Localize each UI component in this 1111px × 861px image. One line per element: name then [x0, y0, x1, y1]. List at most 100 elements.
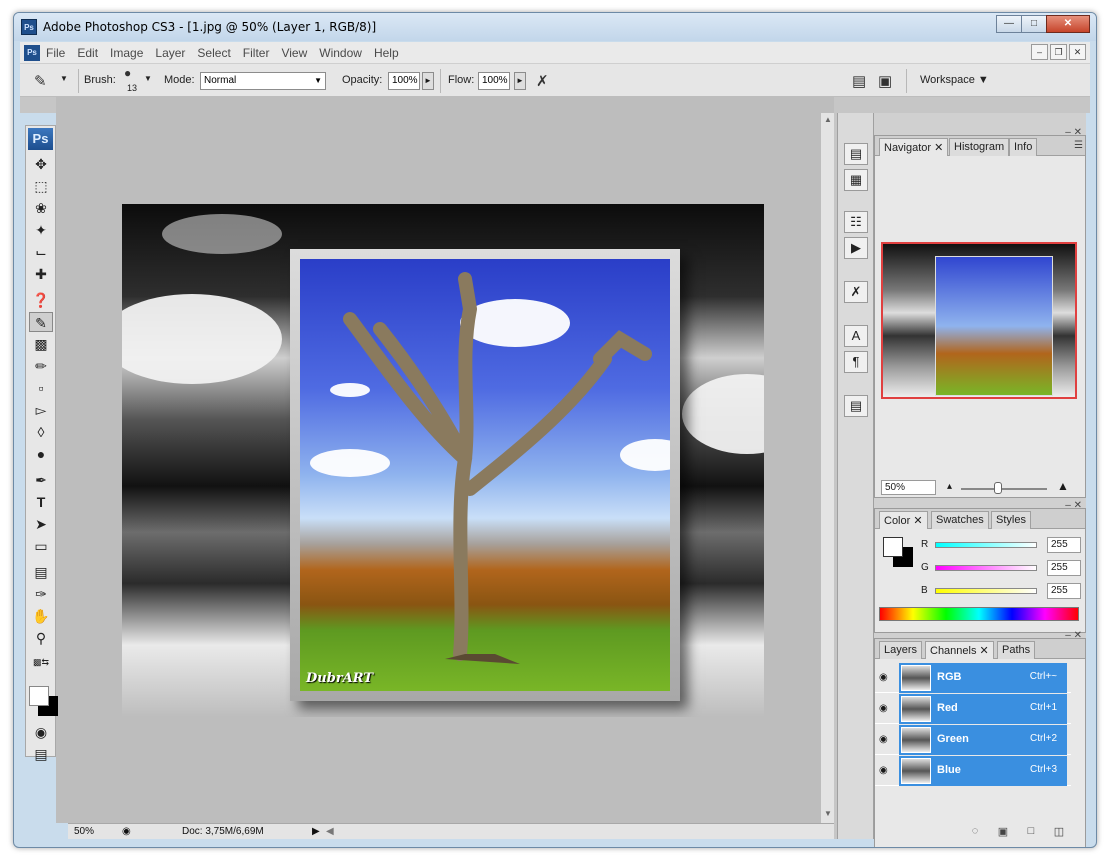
tab-paths[interactable]: Paths: [997, 641, 1036, 659]
healing-brush-tool-icon[interactable]: ❓: [29, 290, 53, 310]
doc-close-button[interactable]: ✕: [1069, 44, 1086, 60]
scroll-left-icon[interactable]: ◀: [326, 826, 334, 837]
tab-layers[interactable]: Layers: [879, 641, 923, 659]
airbrush-icon[interactable]: ✗: [536, 72, 549, 90]
clone-stamp-tool-icon[interactable]: ▩: [29, 334, 53, 354]
zoom-slider-knob[interactable]: [994, 482, 1002, 494]
color-foreground-swatch[interactable]: [883, 537, 903, 557]
history-panel-icon[interactable]: ▤: [844, 143, 868, 165]
maximize-button[interactable]: □: [1021, 15, 1047, 33]
pen-tool-icon[interactable]: ✒: [29, 470, 53, 490]
foreground-color-swatch[interactable]: [29, 686, 49, 706]
marquee-tool-icon[interactable]: ⬚: [29, 176, 53, 196]
channel-row[interactable]: ◉ RGB Ctrl+~: [875, 663, 1071, 693]
brush-tool-icon[interactable]: ✎: [34, 72, 47, 90]
tab-navigator[interactable]: Navigator ✕: [879, 138, 949, 156]
eye-icon[interactable]: ◉: [879, 703, 893, 715]
palette-toggle-icon[interactable]: ▤: [852, 72, 866, 90]
history-brush-tool-icon[interactable]: ✏: [29, 356, 53, 376]
eye-icon[interactable]: ◉: [879, 734, 893, 746]
navigator-zoom-field[interactable]: 50%: [881, 480, 936, 495]
zoom-slider[interactable]: [961, 488, 1047, 490]
red-value-field[interactable]: 255: [1047, 537, 1081, 553]
actions-panel-icon[interactable]: ▶: [844, 237, 868, 259]
path-selection-tool-icon[interactable]: ➤: [29, 514, 53, 534]
slice-tool-icon[interactable]: ✚: [29, 264, 53, 284]
status-menu-arrow-icon[interactable]: ▶: [312, 826, 320, 837]
brush-dropdown[interactable]: ▼: [144, 74, 152, 83]
quick-mask-icon[interactable]: ◉: [29, 722, 53, 742]
channel-row[interactable]: ◉ Green Ctrl+2: [875, 725, 1071, 755]
red-slider[interactable]: [935, 542, 1037, 548]
opacity-field[interactable]: 100%: [388, 72, 420, 90]
zoom-out-icon[interactable]: ▴: [947, 481, 952, 492]
menu-help[interactable]: Help: [374, 46, 399, 60]
close-icon[interactable]: ✕: [980, 645, 989, 657]
info-panel-icon[interactable]: ▤: [844, 395, 868, 417]
paint-bucket-tool-icon[interactable]: ▻: [29, 400, 53, 420]
character-panel-icon[interactable]: A: [844, 325, 868, 347]
vertical-scrollbar[interactable]: ▲ ▼: [820, 113, 834, 823]
brushes-panel-icon[interactable]: ☷: [844, 211, 868, 233]
scroll-up-icon[interactable]: ▲: [824, 115, 832, 124]
menu-view[interactable]: View: [281, 46, 307, 60]
ps-menu-icon[interactable]: Ps: [24, 45, 40, 61]
tab-channels[interactable]: Channels ✕: [925, 641, 994, 659]
close-button[interactable]: ✕: [1046, 15, 1090, 33]
status-info-icon[interactable]: ◉: [122, 826, 131, 837]
menu-window[interactable]: Window: [319, 46, 362, 60]
menu-image[interactable]: Image: [110, 46, 143, 60]
minimize-button[interactable]: —: [996, 15, 1022, 33]
green-value-field[interactable]: 255: [1047, 560, 1081, 576]
tab-info[interactable]: Info: [1009, 138, 1038, 156]
menu-edit[interactable]: Edit: [77, 46, 98, 60]
zoom-tool-icon[interactable]: ⚲: [29, 628, 53, 648]
mode-select[interactable]: Normal ▼: [200, 72, 326, 90]
close-icon[interactable]: ✕: [934, 142, 943, 154]
tab-histogram[interactable]: Histogram: [949, 138, 1010, 156]
menu-filter[interactable]: Filter: [243, 46, 270, 60]
shape-tool-icon[interactable]: ▭: [29, 536, 53, 556]
screen-mode-icon[interactable]: ▤: [29, 744, 53, 764]
menu-select[interactable]: Select: [197, 46, 230, 60]
document-canvas[interactable]: DubrART: [122, 204, 764, 717]
magic-wand-tool-icon[interactable]: ✦: [29, 220, 53, 240]
crop-tool-icon[interactable]: ⌙: [29, 242, 53, 262]
tab-swatches[interactable]: Swatches: [931, 511, 989, 529]
menu-file[interactable]: File: [46, 46, 65, 60]
paragraph-panel-icon[interactable]: ¶: [844, 351, 868, 373]
layer-comps-icon[interactable]: ▦: [844, 169, 868, 191]
tool-presets-icon[interactable]: ✗: [844, 281, 868, 303]
eraser-tool-icon[interactable]: ▫: [29, 378, 53, 398]
opacity-arrow-button[interactable]: ►: [422, 72, 434, 90]
blue-slider[interactable]: [935, 588, 1037, 594]
workspace-menu[interactable]: Workspace ▼: [920, 74, 989, 86]
move-tool-icon[interactable]: ✥: [29, 154, 53, 174]
color-spectrum-bar[interactable]: [879, 607, 1079, 621]
channel-row[interactable]: ◉ Red Ctrl+1: [875, 694, 1071, 724]
type-tool-icon[interactable]: T: [29, 492, 53, 512]
menu-layer[interactable]: Layer: [155, 46, 185, 60]
new-channel-icon[interactable]: □: [1021, 825, 1041, 841]
save-selection-icon[interactable]: ▣: [993, 825, 1013, 841]
tab-color[interactable]: Color ✕: [879, 511, 928, 529]
hand-tool-icon[interactable]: ✋: [29, 606, 53, 626]
eyedropper-tool-icon[interactable]: ✑: [29, 584, 53, 604]
channel-row[interactable]: ◉ Blue Ctrl+3: [875, 756, 1071, 786]
trash-icon[interactable]: ◫: [1049, 825, 1069, 841]
tool-preset-dropdown[interactable]: ▼: [60, 74, 68, 83]
brush-tool-icon[interactable]: ✎: [29, 312, 53, 332]
doc-restore-button[interactable]: ❐: [1050, 44, 1067, 60]
status-zoom[interactable]: 50%: [74, 826, 94, 837]
notes-tool-icon[interactable]: ▤: [29, 562, 53, 582]
load-selection-icon[interactable]: ◌: [965, 825, 985, 841]
scroll-down-icon[interactable]: ▼: [824, 809, 832, 818]
flow-field[interactable]: 100%: [478, 72, 510, 90]
default-colors-icon[interactable]: ▩⇆: [29, 652, 53, 672]
lasso-tool-icon[interactable]: ❀: [29, 198, 53, 218]
panel-menu-icon[interactable]: ☰: [1074, 140, 1083, 151]
zoom-in-icon[interactable]: ▲: [1057, 479, 1069, 493]
doc-minimize-button[interactable]: –: [1031, 44, 1048, 60]
flow-arrow-button[interactable]: ►: [514, 72, 526, 90]
green-slider[interactable]: [935, 565, 1037, 571]
